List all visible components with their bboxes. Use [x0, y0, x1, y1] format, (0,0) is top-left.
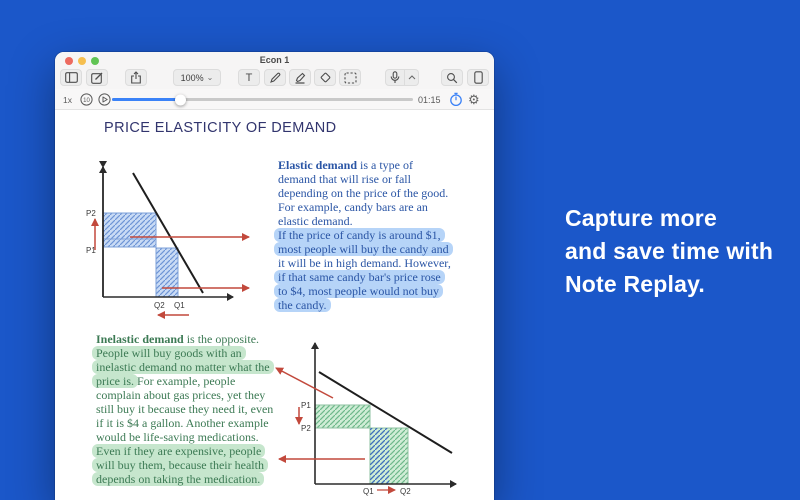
- lasso-tool-button[interactable]: [339, 69, 361, 86]
- text-line: For example, candy bars are an: [278, 200, 451, 214]
- playback-slider[interactable]: [112, 98, 413, 101]
- replay-timer-button[interactable]: [449, 92, 463, 112]
- playback-time: 01:15: [418, 95, 441, 105]
- marketing-line: and save time with: [565, 235, 773, 268]
- stopwatch-icon: [449, 92, 463, 107]
- text-line: If the price of candy is around $1,: [278, 228, 451, 242]
- magnifier-button[interactable]: [441, 69, 463, 86]
- axis-label-p2: P2: [86, 209, 96, 218]
- text-line: to $4, most people would not buy: [278, 284, 451, 298]
- play-button[interactable]: [98, 93, 111, 111]
- sidebar-icon: [65, 72, 78, 83]
- text-tool-button[interactable]: T: [238, 69, 260, 86]
- text-line: most people will buy the candy and: [278, 242, 451, 256]
- text-line: it will be in high demand. However,: [278, 256, 451, 270]
- record-button[interactable]: [385, 69, 405, 86]
- marketing-line: Note Replay.: [565, 268, 773, 301]
- gear-icon: ⚙: [468, 92, 480, 107]
- inelastic-demand-graph: P1 P2 Q1 Q2: [255, 335, 470, 500]
- text-tool-icon: T: [246, 72, 253, 84]
- compose-icon: [91, 72, 103, 84]
- magnifier-icon: [446, 72, 458, 84]
- skip-back-10-icon: 10: [80, 93, 93, 106]
- axis-label-p1: P1: [301, 401, 311, 410]
- eraser-tool-button[interactable]: [314, 69, 336, 86]
- chevron-up-icon: [408, 75, 416, 80]
- window-title: Econ 1: [55, 55, 494, 65]
- highlighter-tool-button[interactable]: [289, 69, 311, 86]
- text-line: if it is $4 a gallon. Another example: [96, 416, 273, 430]
- marketing-line: Capture more: [565, 202, 773, 235]
- desktop: { "background_color": "#1b57c9", "window…: [0, 0, 800, 500]
- note-canvas[interactable]: PRICE ELASTICITY OF DEMAND Elastic deman…: [55, 110, 494, 500]
- axis-label-p1: P1: [86, 246, 96, 255]
- device-button[interactable]: [467, 69, 489, 86]
- device-icon: [474, 71, 483, 84]
- text-line: inelastic demand no matter what the: [96, 360, 273, 374]
- text-line: depends on taking the medication.: [96, 472, 273, 486]
- axis-label-q2: Q2: [400, 487, 411, 496]
- text-line: elastic demand.: [278, 214, 451, 228]
- eraser-icon: [319, 71, 332, 84]
- compose-button[interactable]: [86, 69, 108, 86]
- slider-progress: [112, 98, 180, 101]
- skip-back-10-button[interactable]: 10: [80, 93, 93, 111]
- axis-label-q2: Q2: [154, 301, 165, 310]
- axis-label-p2: P2: [301, 424, 311, 433]
- zoom-level: 100%: [181, 73, 204, 83]
- text-line: price is. For example, people: [96, 374, 273, 388]
- settings-button[interactable]: ⚙: [468, 92, 480, 107]
- play-icon: [98, 93, 111, 106]
- elastic-demand-paragraph: Elastic demand is a type ofdemand that w…: [278, 158, 451, 312]
- share-button[interactable]: [125, 69, 147, 86]
- inelastic-demand-paragraph: Inelastic demand is the opposite.People …: [96, 332, 273, 486]
- toolbar: 100% ⌄ T: [55, 68, 494, 89]
- text-line: complain about gas prices, yet they: [96, 388, 273, 402]
- text-line: depending on the price of the good.: [278, 186, 451, 200]
- titlebar: Econ 1: [55, 52, 494, 68]
- text-line: demand that will rise or fall: [278, 172, 451, 186]
- text-line: People will buy goods with an: [96, 346, 273, 360]
- text-line: if that same candy bar's price rose: [278, 270, 451, 284]
- text-line: would be life-saving medications.: [96, 430, 273, 444]
- app-window: Econ 1 100% ⌄ T: [55, 52, 494, 500]
- share-icon: [130, 71, 142, 84]
- marketing-tagline: Capture moreand save time withNote Repla…: [565, 202, 773, 301]
- page-title: PRICE ELASTICITY OF DEMAND: [104, 120, 337, 136]
- playback-speed-button[interactable]: 1x: [63, 95, 72, 105]
- text-line: still buy it because they need it, even: [96, 402, 273, 416]
- slider-thumb[interactable]: [175, 94, 186, 105]
- record-options-button[interactable]: [405, 69, 419, 86]
- pen-tool-button[interactable]: [264, 69, 286, 86]
- text-line: the candy.: [278, 298, 451, 312]
- lasso-icon: [344, 72, 357, 84]
- sidebar-button[interactable]: [60, 69, 82, 86]
- elastic-demand-graph: P2 P1 Q2 Q1: [85, 155, 265, 325]
- text-line: Inelastic demand is the opposite.: [96, 332, 273, 346]
- microphone-icon: [390, 71, 400, 84]
- axis-label-q1: Q1: [174, 301, 185, 310]
- playback-bar: 1x 10 01:15 ⚙: [55, 89, 494, 110]
- text-line: will buy them, because their health: [96, 458, 273, 472]
- svg-text:10: 10: [83, 98, 90, 104]
- pen-icon: [269, 72, 281, 84]
- chevron-down-icon: ⌄: [207, 76, 214, 80]
- highlighter-icon: [294, 72, 306, 84]
- zoom-dropdown[interactable]: 100% ⌄: [173, 69, 221, 86]
- axis-label-q1: Q1: [363, 487, 374, 496]
- text-line: Even if they are expensive, people: [96, 444, 273, 458]
- text-line: Elastic demand is a type of: [278, 158, 451, 172]
